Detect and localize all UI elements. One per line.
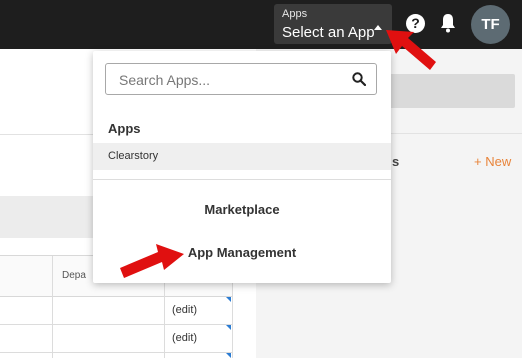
right-panel-heading: s <box>392 154 400 169</box>
user-avatar[interactable]: TF <box>471 5 510 44</box>
app-selector-label: Apps <box>282 8 308 20</box>
column-header-department[interactable]: Depa <box>62 270 86 281</box>
apps-section-heading: Apps <box>108 121 141 136</box>
right-panel-bar <box>378 74 515 108</box>
cell-marker-icon <box>226 297 231 302</box>
marketplace-link[interactable]: Marketplace <box>93 202 391 217</box>
app-item-label: Clearstory <box>108 150 159 162</box>
edit-link[interactable]: (edit) <box>172 304 197 316</box>
table-row-divider <box>0 324 232 325</box>
divider <box>93 179 391 180</box>
cell-marker-icon <box>226 353 231 358</box>
cell-marker-icon <box>226 325 231 330</box>
annotation-arrow-icon <box>120 244 184 278</box>
table-col-divider <box>52 256 53 358</box>
search-apps-input[interactable] <box>117 70 341 90</box>
table-row-divider <box>0 352 232 353</box>
app-item-clearstory[interactable]: Clearstory <box>93 143 391 170</box>
search-apps-field[interactable] <box>105 63 377 95</box>
app-selector-button[interactable]: Apps Select an App <box>274 4 392 44</box>
caret-up-icon <box>374 25 382 30</box>
annotation-arrow-icon <box>386 30 436 70</box>
search-icon[interactable] <box>352 72 366 86</box>
new-button[interactable]: + New <box>474 154 511 169</box>
edit-link[interactable]: (edit) <box>172 332 197 344</box>
app-selector-value: Select an App <box>282 24 375 41</box>
